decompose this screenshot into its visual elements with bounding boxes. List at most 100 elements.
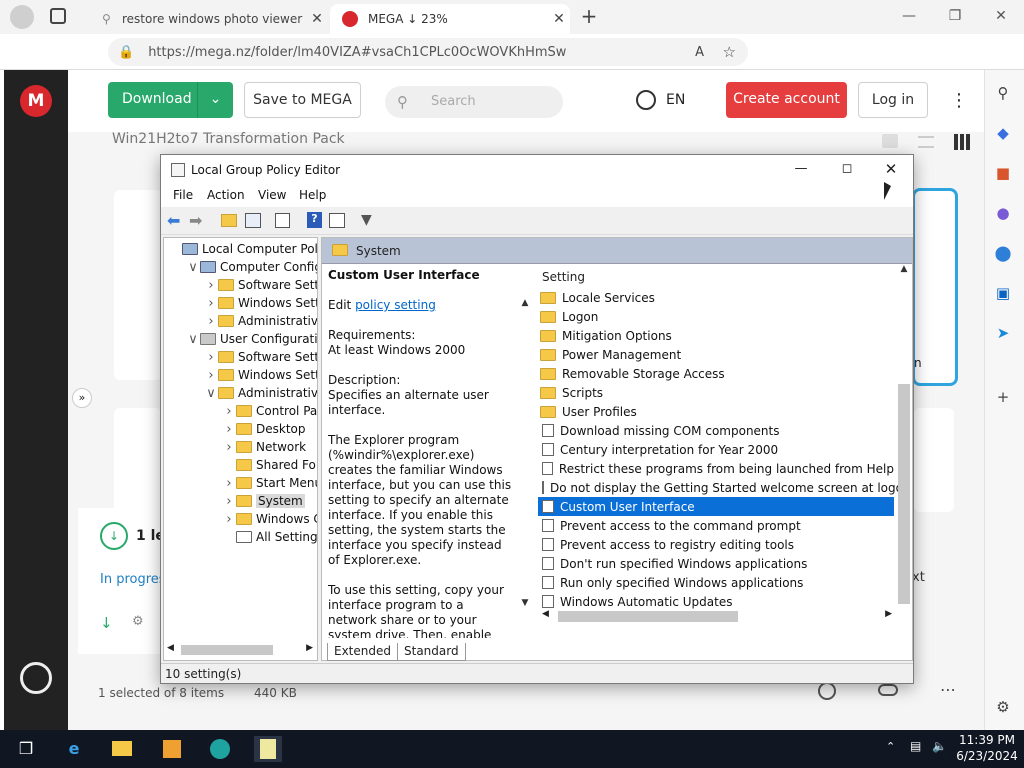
search-icon[interactable]: ⚲: [990, 80, 1016, 106]
filter-icon[interactable]: ▼: [361, 212, 372, 228]
tree-node[interactable]: › Desktop: [222, 420, 305, 438]
tree-node[interactable]: › Control Panel: [222, 402, 317, 420]
more-horizontal-icon[interactable]: ⋯: [940, 680, 956, 699]
tab-restore-photo-viewer[interactable]: ⚲ restore windows photo viewer d ✕: [90, 4, 328, 34]
chevron-down-icon[interactable]: ∨: [204, 386, 218, 401]
up-folder-icon[interactable]: [221, 214, 237, 227]
horizontal-scrollbar[interactable]: ◀ ▶: [538, 608, 896, 624]
save-to-mega-button[interactable]: Save to MEGA: [244, 82, 361, 118]
settings-folder-row[interactable]: Mitigation Options: [538, 326, 894, 345]
tree-node[interactable]: Local Computer Policy: [168, 240, 317, 258]
create-account-button[interactable]: Create account: [726, 82, 847, 118]
transfer-manager-icon[interactable]: [20, 662, 52, 694]
file-card[interactable]: [114, 190, 162, 380]
chevron-right-icon[interactable]: ›: [222, 476, 236, 491]
policy-row[interactable]: Don't run specified Windows applications: [538, 554, 894, 573]
login-button[interactable]: Log in: [858, 82, 928, 118]
minimize-icon[interactable]: —: [886, 0, 932, 34]
file-card[interactable]: [914, 408, 954, 512]
menu-view[interactable]: View: [258, 188, 286, 202]
add-icon[interactable]: +: [990, 384, 1016, 410]
chevron-right-icon[interactable]: ›: [204, 278, 218, 293]
tray-chevron-icon[interactable]: ⌃: [886, 740, 895, 753]
tree-node[interactable]: › Network: [222, 438, 306, 456]
properties-icon[interactable]: [329, 213, 345, 228]
tree-node[interactable]: › Windows Cor: [222, 510, 317, 528]
read-aloud-icon[interactable]: A: [695, 45, 704, 60]
policy-row[interactable]: Prevent access to registry editing tools: [538, 535, 894, 554]
policy-row[interactable]: Prevent access to the command prompt: [538, 516, 894, 535]
settings-folder-row[interactable]: Removable Storage Access: [538, 364, 894, 383]
restore-icon[interactable]: ❐: [932, 0, 978, 34]
settings-folder-row[interactable]: Locale Services: [538, 288, 894, 307]
h-scroll-thumb[interactable]: [558, 611, 738, 622]
tree-node[interactable]: › Start Menu ar: [222, 474, 317, 492]
mega-logo[interactable]: M: [20, 85, 52, 117]
send-icon[interactable]: ➤: [990, 320, 1016, 346]
clock[interactable]: 11:39 PM 6/23/2024: [954, 732, 1020, 764]
settings-folder-row[interactable]: User Profiles: [538, 402, 894, 421]
chevron-right-icon[interactable]: ›: [222, 440, 236, 455]
language-label[interactable]: EN: [666, 92, 685, 108]
tree-node[interactable]: All Settings: [222, 528, 317, 546]
link-icon[interactable]: [878, 684, 898, 696]
office-icon[interactable]: ⬤: [990, 240, 1016, 266]
tree-node[interactable]: ∨ Computer Configura: [186, 258, 317, 276]
chevron-down-icon[interactable]: ∨: [186, 260, 200, 275]
outlook-icon[interactable]: ▣: [990, 280, 1016, 306]
menu-action[interactable]: Action: [207, 188, 245, 202]
chevron-right-icon[interactable]: ›: [204, 296, 218, 311]
policy-row[interactable]: Run only specified Windows applications: [538, 573, 894, 592]
back-arrow-icon[interactable]: ⬅: [167, 211, 180, 230]
shopping-icon[interactable]: ◆: [990, 120, 1016, 146]
forward-arrow-icon[interactable]: ➡: [189, 211, 202, 230]
maximize-icon[interactable]: ◻: [827, 161, 867, 176]
in-progress-tab[interactable]: In progres: [100, 572, 166, 587]
tab-actions-icon[interactable]: [50, 8, 66, 24]
mega-search-input[interactable]: ⚲ Search: [385, 86, 563, 118]
policy-row[interactable]: Do not display the Getting Started welco…: [538, 478, 911, 497]
globe-icon[interactable]: [636, 90, 656, 110]
tree-node[interactable]: › Administrative Te: [204, 312, 317, 330]
chevron-right-icon[interactable]: ›: [204, 314, 218, 329]
tree-hscroll[interactable]: ◀ ▶: [165, 643, 315, 657]
ie-icon[interactable]: e: [60, 736, 88, 762]
close-tab-icon[interactable]: ✕: [548, 11, 570, 27]
notepad-icon[interactable]: [254, 736, 282, 762]
export-list-icon[interactable]: [275, 213, 290, 228]
profile-avatar[interactable]: [10, 5, 34, 29]
grid-view-icon[interactable]: [954, 134, 970, 150]
description-scrollbar[interactable]: ▲ ▼: [518, 298, 532, 608]
file-explorer-icon[interactable]: [108, 736, 136, 762]
chevron-right-icon[interactable]: ›: [204, 350, 218, 365]
settings-folder-row[interactable]: Power Management: [538, 345, 894, 364]
file-card[interactable]: [114, 408, 162, 512]
new-tab-button[interactable]: +: [578, 4, 600, 28]
tree-node[interactable]: › Windows Setting: [204, 366, 317, 384]
more-vertical-icon[interactable]: ⋮: [950, 90, 968, 111]
settings-small-icon[interactable]: ⚙: [132, 614, 144, 629]
volume-icon[interactable]: 🔈: [932, 739, 947, 753]
chevron-down-icon[interactable]: ⌄: [197, 82, 233, 118]
url-bar[interactable]: 🔒 https://mega.nz/folder/lm40VIZA#vsaCh1…: [108, 38, 748, 66]
vertical-scrollbar[interactable]: ▲: [896, 264, 912, 604]
help-icon[interactable]: ?: [307, 212, 322, 228]
people-icon[interactable]: ●: [990, 200, 1016, 226]
tree-node[interactable]: › Windows Setting: [204, 294, 317, 312]
menu-help[interactable]: Help: [299, 188, 326, 202]
chevron-down-icon[interactable]: ∨: [186, 332, 200, 347]
windows-start-icon[interactable]: ❒: [12, 736, 40, 762]
tree-node[interactable]: › Software Settings: [204, 348, 317, 366]
scroll-thumb[interactable]: [898, 384, 910, 604]
sidebar-toggle-icon[interactable]: »: [72, 388, 92, 408]
network-icon[interactable]: ▤: [910, 739, 921, 753]
tree-node[interactable]: ∨ User Configuration: [186, 330, 317, 348]
policy-row[interactable]: Download missing COM components: [538, 421, 894, 440]
settings-folder-row[interactable]: Logon: [538, 307, 894, 326]
tree-node[interactable]: Shared Folder: [222, 456, 317, 474]
chevron-right-icon[interactable]: ›: [222, 512, 236, 527]
tree-node[interactable]: › Software Settings: [204, 276, 317, 294]
list-view-icon[interactable]: [918, 136, 934, 148]
minimize-icon[interactable]: —: [781, 161, 821, 176]
edit-policy-link[interactable]: policy setting: [355, 298, 436, 312]
